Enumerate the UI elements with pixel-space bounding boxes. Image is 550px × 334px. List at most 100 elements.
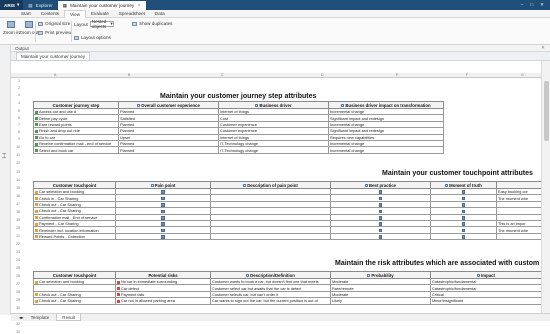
row-number[interactable]: 24	[11, 258, 21, 262]
moment-of-truth-checkbox[interactable]	[461, 222, 466, 226]
layout-select[interactable]: Nested objects ▾	[89, 19, 114, 29]
row-number[interactable]: 5	[11, 109, 21, 113]
overflow-cell[interactable]	[496, 232, 542, 241]
column-header[interactable]: F	[466, 73, 468, 77]
pain-point-checkbox[interactable]	[161, 222, 165, 226]
moment-of-truth-cell[interactable]	[430, 232, 497, 241]
moment-of-truth-checkbox[interactable]	[461, 228, 466, 233]
column-header[interactable]: D	[321, 73, 324, 77]
pain-description-cell[interactable]	[210, 232, 331, 241]
row-number[interactable]: 17	[11, 202, 21, 206]
scrollbar-thumb[interactable]	[544, 81, 549, 141]
best-practice-checkbox[interactable]	[378, 222, 383, 226]
best-practice-cell[interactable]	[330, 232, 431, 241]
row-number[interactable]: 30	[11, 306, 21, 310]
row-number[interactable]: 14	[11, 178, 21, 182]
pain-point-checkbox[interactable]	[161, 235, 165, 239]
row-number[interactable]: 23	[11, 250, 21, 254]
best-practice-checkbox[interactable]	[378, 209, 383, 213]
row-number[interactable]: 12	[11, 161, 21, 165]
row-number[interactable]: 25	[11, 266, 21, 270]
row-number[interactable]: 22	[11, 242, 21, 246]
sheet-tab-result[interactable]: Result	[56, 314, 82, 321]
moment-of-truth-checkbox[interactable]	[461, 235, 466, 239]
moment-of-truth-checkbox[interactable]	[461, 196, 466, 201]
row-number[interactable]: 10	[11, 145, 21, 149]
ribbon-tab-contents[interactable]: Contents	[36, 10, 64, 18]
column-header[interactable]: E	[396, 73, 398, 77]
maximize-icon[interactable]: □	[530, 2, 533, 8]
row-number[interactable]: 6	[11, 116, 21, 120]
vertical-scrollbar[interactable]	[541, 61, 550, 315]
row-number[interactable]: 20	[11, 226, 21, 230]
attribute-cell[interactable]: Planned	[118, 146, 219, 154]
row-number[interactable]: 27	[11, 282, 21, 286]
journey-step-cell[interactable]: Receive confirmation mail - end of servi…	[33, 139, 119, 148]
ribbon-tab-data[interactable]: Data	[150, 10, 170, 18]
row-number[interactable]: 29	[11, 298, 21, 302]
row-number[interactable]: 33	[11, 330, 21, 334]
print-preview-button[interactable]: Print preview	[38, 30, 72, 35]
column-header[interactable]: C	[221, 73, 224, 77]
ribbon-tab-evaluate[interactable]: Evaluate	[86, 10, 114, 18]
row-number[interactable]: 18	[11, 210, 21, 214]
best-practice-checkbox[interactable]	[378, 228, 383, 233]
pain-point-cell[interactable]	[115, 232, 211, 241]
description-cell[interactable]: Customer wants to book a car, but doesn'…	[210, 277, 331, 286]
close-icon[interactable]: ✕	[137, 3, 141, 9]
pain-point-checkbox[interactable]	[161, 203, 165, 207]
pain-point-checkbox[interactable]	[161, 209, 165, 213]
row-number[interactable]: 16	[11, 194, 21, 198]
attribute-cell[interactable]: IT-Technology change	[218, 146, 329, 154]
best-practice-checkbox[interactable]	[378, 215, 383, 220]
row-number[interactable]: 13	[11, 170, 21, 174]
row-number[interactable]: 7	[11, 123, 21, 127]
best-practice-checkbox[interactable]	[378, 203, 383, 207]
sheet-nav-icon[interactable]: ◂▸	[19, 315, 24, 321]
column-header[interactable]: A	[54, 73, 56, 77]
layout-options-button[interactable]: Layout options	[74, 35, 111, 40]
row-number[interactable]: 4	[11, 101, 21, 105]
risk-cell[interactable]: Car not in allowed parking area	[115, 297, 211, 305]
touchpoint-cell[interactable]: Check out - Car Sharing	[33, 297, 116, 305]
column-header[interactable]: B	[128, 73, 130, 77]
moment-of-truth-checkbox[interactable]	[461, 209, 466, 213]
row-number[interactable]: 3	[11, 93, 21, 97]
ribbon-tab-spreadsheet[interactable]: Spreadsheet	[114, 10, 150, 18]
best-practice-checkbox[interactable]	[378, 190, 383, 194]
pain-point-checkbox[interactable]	[161, 190, 165, 194]
show-duplicates-button[interactable]: Show duplicates	[132, 21, 172, 26]
window-close-icon[interactable]: ✕	[540, 2, 544, 8]
zoom-in-button[interactable]: Zoom in	[3, 21, 20, 35]
row-number[interactable]: 11	[11, 153, 21, 157]
ribbon-tab-view[interactable]: View	[64, 9, 86, 18]
description-cell[interactable]: Car wants to sign out the car, but the c…	[210, 297, 331, 305]
sheet-tab-template[interactable]: Template	[26, 314, 55, 321]
row-number[interactable]: 8	[11, 130, 21, 134]
original-size-button[interactable]: Original size	[38, 21, 70, 26]
best-practice-checkbox[interactable]	[378, 196, 383, 201]
pain-point-checkbox[interactable]	[161, 228, 165, 233]
attribute-cell[interactable]: Incremental change	[328, 146, 444, 154]
app-menu-button[interactable]: ARIS ▾	[0, 0, 24, 10]
pain-point-checkbox[interactable]	[161, 215, 165, 220]
row-number[interactable]: 9	[11, 137, 21, 141]
probability-cell[interactable]: Likely	[330, 297, 431, 305]
touchpoint-cell[interactable]: Reward Points - Collection	[33, 232, 116, 241]
row-number[interactable]: 28	[11, 290, 21, 294]
row-number[interactable]: 21	[11, 234, 21, 238]
journey-step-cell[interactable]: Select and book car	[33, 146, 119, 154]
row-number[interactable]: 19	[11, 218, 21, 222]
ribbon-tab-start[interactable]: Start	[16, 10, 36, 18]
column-header[interactable]: G	[521, 73, 524, 77]
impact-cell[interactable]: Minor/insignificant	[430, 297, 542, 305]
sheet-doc-tab[interactable]: Maintain your customer journey	[16, 51, 91, 61]
pain-point-checkbox[interactable]	[161, 196, 165, 201]
row-number[interactable]: 32	[11, 322, 21, 326]
minimize-icon[interactable]: –	[521, 2, 524, 8]
row-number[interactable]: 15	[11, 186, 21, 190]
row-number[interactable]: 1	[11, 79, 21, 83]
row-number[interactable]: 2	[11, 86, 21, 90]
close-icon[interactable]: ✕	[541, 45, 545, 51]
best-practice-checkbox[interactable]	[378, 235, 383, 239]
